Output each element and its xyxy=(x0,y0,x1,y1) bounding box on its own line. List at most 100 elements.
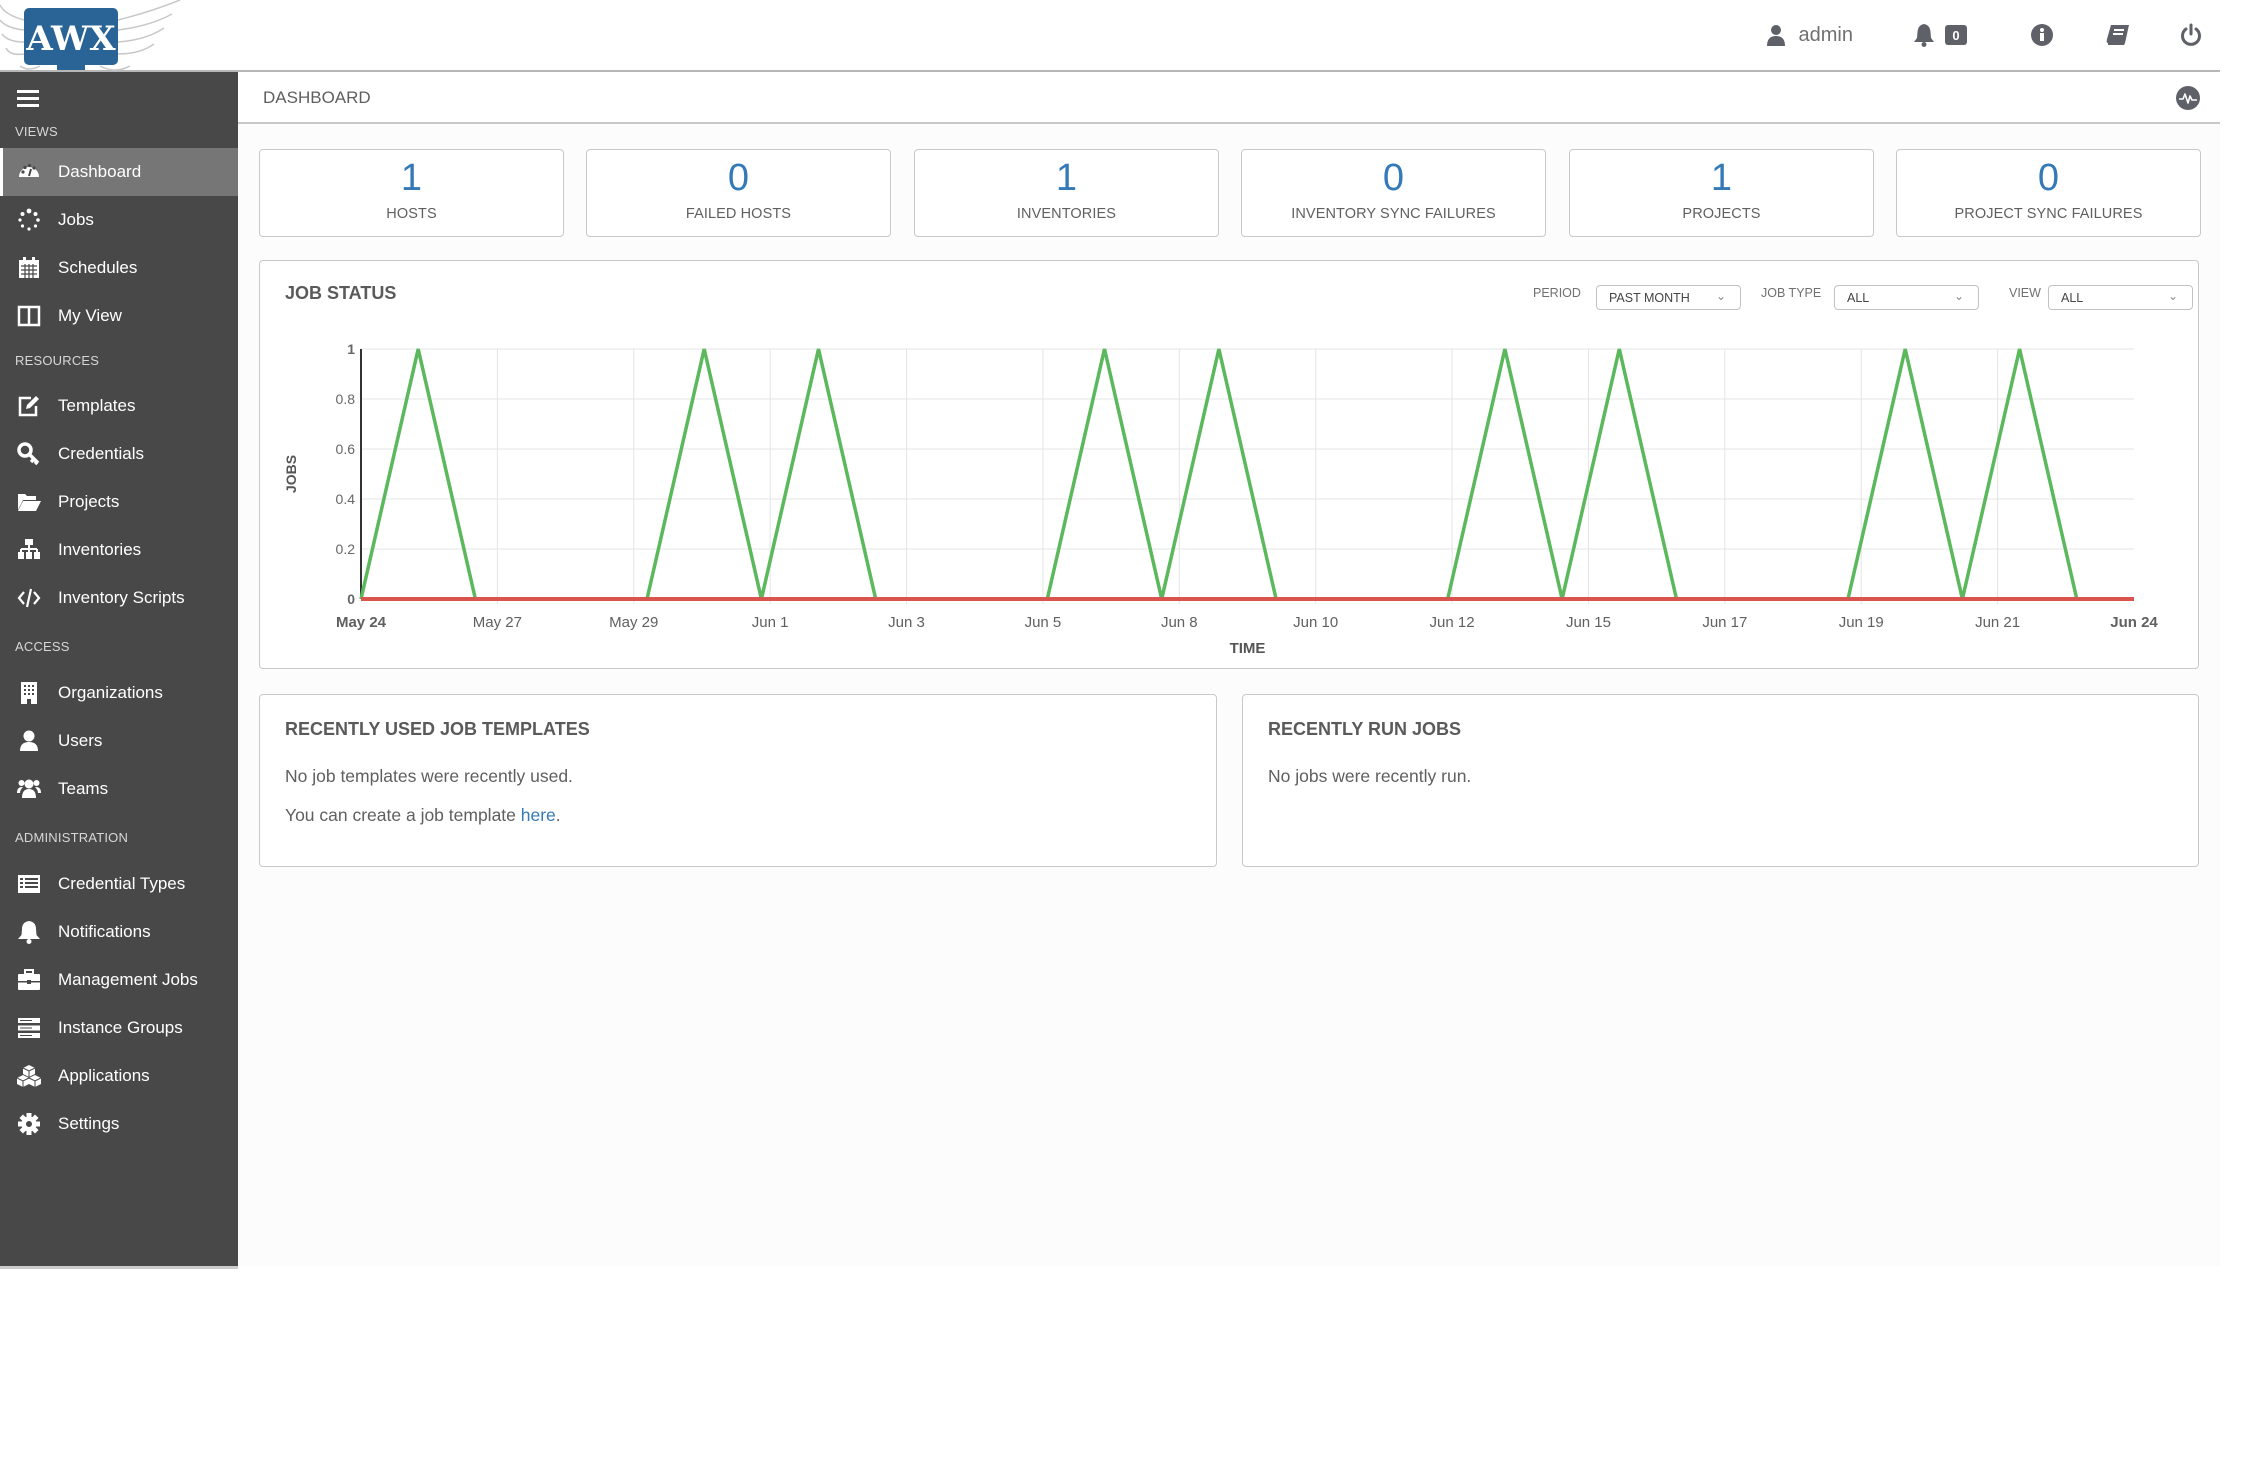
sidebar-item-dashboard[interactable]: Dashboard xyxy=(0,148,238,196)
job-status-chart: 0 0.2 0.4 0.6 0.8 1 May 24 May 27 May 29 Jun 1 Jun… xyxy=(283,341,2158,657)
nav-section-access: ACCESS xyxy=(15,639,70,654)
nav-section-resources: RESOURCES xyxy=(15,353,100,368)
sitemap-icon xyxy=(14,538,44,562)
stat-value: 1 xyxy=(1710,157,1733,199)
top-header: AWX admin 0 xyxy=(0,0,2220,72)
sidebar-item-notifications[interactable]: Notifications xyxy=(0,908,238,956)
stat-card-projects[interactable]: 1 PROJECTS xyxy=(1569,149,1874,237)
logout-button[interactable] xyxy=(2180,23,2202,47)
sidebar-item-label: Teams xyxy=(58,779,109,798)
sidebar-item-settings[interactable]: Settings xyxy=(0,1100,238,1148)
sidebar-item-schedules[interactable]: Schedules xyxy=(0,244,238,292)
sidebar-item-label: Schedules xyxy=(58,258,138,277)
sidebar-item-inventory-scripts[interactable]: Inventory Scripts xyxy=(0,574,238,622)
x-tick-label: Jun 10 xyxy=(1293,614,1338,631)
recent-templates-panel: RECENTLY USED JOB TEMPLATES No job templ… xyxy=(259,694,1217,867)
user-icon xyxy=(1766,25,1785,46)
sidebar-item-label: Instance Groups xyxy=(58,1018,183,1037)
sidebar-item-instance-groups[interactable]: Instance Groups xyxy=(0,1004,238,1052)
user-icon xyxy=(14,729,44,753)
sidebar: VIEWS Dashboard Jobs Schedules My View RESOUR… xyxy=(0,72,238,1266)
stat-card-hosts[interactable]: 1 HOSTS xyxy=(259,149,564,237)
folder-open-icon xyxy=(14,490,44,514)
header-actions: admin 0 xyxy=(1711,0,2202,70)
info-icon xyxy=(2031,24,2053,46)
x-tick-label: Jun 1 xyxy=(752,614,789,631)
y-tick-label: 0.4 xyxy=(336,491,356,507)
x-tick-label: May 29 xyxy=(609,614,658,631)
sidebar-item-inventories[interactable]: Inventories xyxy=(0,526,238,574)
server-icon xyxy=(14,1016,44,1040)
sidebar-item-credentials[interactable]: Credentials xyxy=(0,430,238,478)
sidebar-item-templates[interactable]: Templates xyxy=(0,382,238,430)
stat-label: HOSTS xyxy=(386,206,437,222)
stat-card-inventory-sync-failures[interactable]: 0 INVENTORY SYNC FAILURES xyxy=(1241,149,1546,237)
sidebar-item-label: Management Jobs xyxy=(58,970,198,989)
sidebar-item-organizations[interactable]: Organizations xyxy=(0,669,238,717)
job-status-panel: JOB STATUS PERIOD PAST MONTH ⌄ JOB TYPE … xyxy=(259,260,2199,669)
sidebar-item-label: Credentials xyxy=(58,444,144,463)
y-tick-label: 0.2 xyxy=(336,541,356,557)
sidebar-item-projects[interactable]: Projects xyxy=(0,478,238,526)
nav-section-views: VIEWS xyxy=(15,124,58,139)
breadcrumb-bar: DASHBOARD xyxy=(238,72,2220,124)
notifications-button[interactable]: 0 xyxy=(1913,23,1967,47)
sidebar-item-label: Organizations xyxy=(58,683,163,702)
sidebar-item-label: Credential Types xyxy=(58,874,186,893)
sidebar-item-management-jobs[interactable]: Management Jobs xyxy=(0,956,238,1004)
sidebar-item-label: My View xyxy=(58,306,122,325)
nav-section-administration: ADMINISTRATION xyxy=(15,830,129,845)
stat-label: PROJECT SYNC FAILURES xyxy=(1954,206,2143,222)
columns-icon xyxy=(14,304,44,328)
y-tick-label: 0 xyxy=(347,591,355,607)
stat-card-failed-hosts[interactable]: 0 FAILED HOSTS xyxy=(586,149,891,237)
stat-label: INVENTORY SYNC FAILURES xyxy=(1291,206,1496,222)
sidebar-item-credential-types[interactable]: Credential Types xyxy=(0,860,238,908)
stat-card-inventories[interactable]: 1 INVENTORIES xyxy=(914,149,1219,237)
book-icon xyxy=(2106,25,2129,45)
user-menu[interactable]: admin xyxy=(1766,23,1853,47)
dashboard-icon xyxy=(14,160,44,184)
x-tick-label: Jun 12 xyxy=(1430,614,1475,631)
sidebar-item-label: Dashboard xyxy=(58,162,142,181)
x-tick-label: Jun 19 xyxy=(1839,614,1884,631)
about-button[interactable] xyxy=(2031,24,2053,46)
sidebar-item-label: Users xyxy=(58,731,103,750)
y-axis-label: JOBS xyxy=(283,455,299,493)
x-tick-label: Jun 21 xyxy=(1975,614,2020,631)
x-tick-label: May 24 xyxy=(336,614,387,631)
sidebar-item-label: Notifications xyxy=(58,922,151,941)
recent-templates-title: RECENTLY USED JOB TEMPLATES xyxy=(285,719,590,739)
x-tick-label: Jun 24 xyxy=(2110,614,2158,631)
sidebar-item-label: Jobs xyxy=(58,210,94,229)
pencil-square-icon xyxy=(14,394,44,418)
awx-logo[interactable]: AWX xyxy=(0,0,185,78)
create-template-link[interactable]: here xyxy=(521,805,556,825)
recent-jobs-title: RECENTLY RUN JOBS xyxy=(1268,719,1462,739)
hamburger-menu-icon[interactable] xyxy=(17,90,39,108)
spinner-icon xyxy=(14,208,44,232)
sidebar-item-label: Projects xyxy=(58,492,120,511)
key-icon xyxy=(14,442,44,466)
documentation-button[interactable] xyxy=(2106,24,2130,46)
stat-label: FAILED HOSTS xyxy=(685,206,792,222)
power-icon xyxy=(2181,23,2201,46)
y-tick-label: 1 xyxy=(347,341,355,357)
building-icon xyxy=(14,681,44,705)
bell-icon xyxy=(1914,24,1934,47)
stat-card-project-sync-failures[interactable]: 0 PROJECT SYNC FAILURES xyxy=(1896,149,2201,237)
stat-value: 0 xyxy=(1382,157,1405,199)
sidebar-item-users[interactable]: Users xyxy=(0,717,238,765)
sidebar-item-my-view[interactable]: My View xyxy=(0,292,238,340)
code-icon xyxy=(14,586,44,610)
stat-label: INVENTORIES xyxy=(1016,206,1117,222)
calendar-icon xyxy=(14,256,44,280)
sidebar-item-teams[interactable]: Teams xyxy=(0,765,238,813)
list-alt-icon xyxy=(14,872,44,896)
sidebar-item-jobs[interactable]: Jobs xyxy=(0,196,238,244)
activity-stream-icon[interactable] xyxy=(2176,86,2200,110)
username-label: admin xyxy=(1798,23,1853,46)
sidebar-item-applications[interactable]: Applications xyxy=(0,1052,238,1100)
sidebar-item-label: Applications xyxy=(58,1066,150,1085)
briefcase-icon xyxy=(14,968,44,992)
